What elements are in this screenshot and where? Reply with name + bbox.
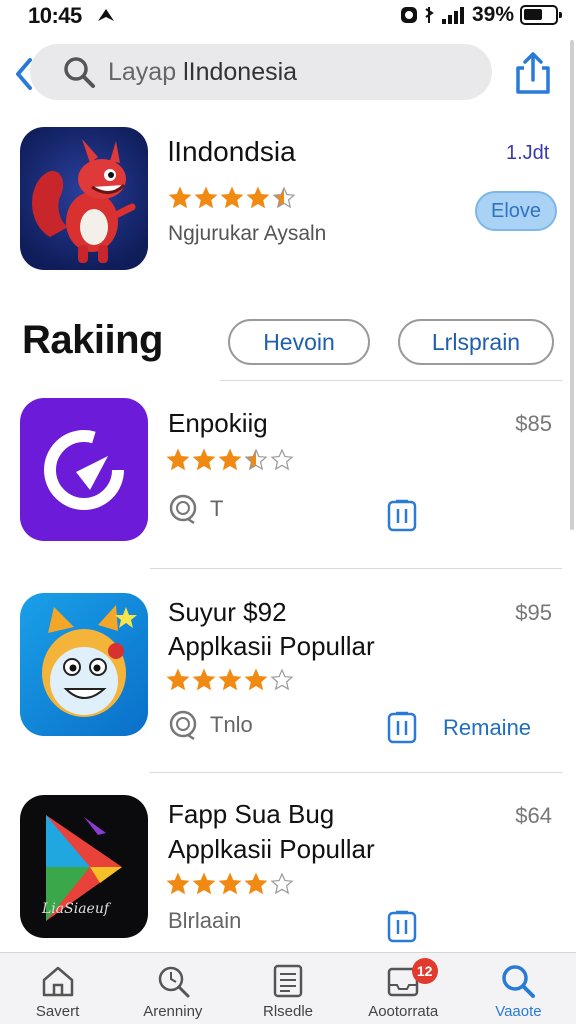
tab-label-updates: Aootorrata	[368, 1003, 439, 1020]
app-name-1[interactable]: Enpokiig	[168, 408, 268, 439]
download-button-icon[interactable]	[386, 908, 418, 944]
star-icon	[192, 448, 216, 471]
app-subtitle-2: Applkasii Popullar	[168, 631, 375, 661]
tab-search[interactable]: Vaaote	[461, 953, 576, 1024]
filter-pill-1[interactable]: Hevoin	[228, 319, 370, 365]
star-icon	[270, 668, 294, 691]
star-icon	[168, 186, 192, 209]
app-subtitle-3: Applkasii Popullar	[168, 834, 375, 864]
star-icon	[194, 186, 218, 209]
search-query: lIndonesia	[183, 57, 298, 86]
star-icon	[272, 186, 296, 209]
tab-updates[interactable]: 12 Aootorrata	[346, 953, 461, 1024]
star-icon	[270, 872, 294, 895]
star-icon	[218, 448, 242, 471]
battery-percent: 39%	[471, 3, 514, 26]
featured-app-icon[interactable]	[20, 127, 148, 270]
app-action-2[interactable]: Remaine	[443, 715, 531, 741]
home-icon	[42, 966, 73, 997]
star-icon	[192, 872, 216, 895]
search-input[interactable]: Layap lIndonesia	[30, 44, 492, 100]
status-right: 39%	[400, 3, 562, 27]
app-rating-1	[166, 448, 294, 472]
squirrel-mascot-icon	[32, 139, 136, 263]
app-name-2[interactable]: Suyur $92	[168, 597, 287, 628]
search-icon	[64, 57, 95, 88]
tab-label-search: Vaaote	[495, 1003, 542, 1020]
cartoon-face-icon	[42, 605, 137, 717]
search-placeholder: Layap	[108, 57, 177, 86]
location-icon	[98, 9, 114, 21]
search-icon	[502, 965, 536, 998]
app-icon-1[interactable]	[20, 398, 148, 541]
tab-discover[interactable]: Arenniny	[115, 953, 230, 1024]
star-icon	[166, 872, 190, 895]
share-icon[interactable]	[514, 50, 552, 96]
tab-bar: Savert Arenniny Rlsedle 12 Aootorrata Va…	[0, 952, 576, 1024]
play-triangle-icon: LiaSiaeuf	[41, 815, 122, 921]
app-meta-text-3: Blrlaain	[168, 908, 242, 933]
app-meta-text-2: Tnlo	[210, 712, 253, 737]
purple-swirl-icon	[44, 430, 124, 510]
tab-home[interactable]: Savert	[0, 953, 115, 1024]
status-time: 10:45	[28, 3, 82, 28]
app-meta-2: Tnlo	[168, 709, 253, 741]
app-price-3: $64	[515, 803, 552, 828]
star-icon	[218, 668, 242, 691]
star-icon	[246, 186, 270, 209]
featured-rating-stars	[168, 186, 296, 210]
app-rating-3	[166, 872, 294, 896]
list-icon	[273, 964, 303, 998]
star-icon	[244, 668, 268, 691]
search-magnifier-icon	[158, 966, 190, 998]
scroll-indicator[interactable]	[570, 40, 574, 530]
svg-text:LiaSiaeuf: LiaSiaeuf	[41, 901, 112, 917]
tab-label-home: Savert	[35, 1003, 80, 1020]
featured-app-meta: 1.Jdt	[506, 142, 550, 164]
divider	[150, 568, 562, 569]
divider	[150, 772, 562, 773]
tab-label-list: Rlsedle	[262, 1003, 314, 1020]
battery-icon	[520, 5, 562, 25]
tab-label-discover: Arenniny	[143, 1003, 203, 1020]
star-icon	[244, 872, 268, 895]
app-price-2: $95	[515, 600, 552, 625]
app-icon-3[interactable]: LiaSiaeuf	[20, 795, 148, 938]
section-title: Rakiing	[22, 318, 163, 362]
featured-app-name[interactable]: lIndondsia	[168, 136, 296, 168]
chat-bubble-icon	[169, 710, 197, 741]
featured-get-button[interactable]: Elove	[475, 191, 557, 231]
star-icon	[270, 448, 294, 471]
star-icon	[192, 668, 216, 691]
app-meta-1: T	[168, 493, 223, 525]
app-price-1: $85	[515, 411, 552, 436]
divider	[220, 380, 562, 381]
signal-icon	[425, 7, 464, 24]
star-icon	[244, 448, 268, 471]
app-icon-2[interactable]	[20, 593, 148, 736]
star-icon	[218, 872, 242, 895]
app-meta-text-1: T	[210, 496, 224, 521]
filter-pill-2[interactable]: Lrlsprain	[398, 319, 554, 365]
app-meta-3: Blrlaain	[168, 908, 241, 934]
notification-badge: 12	[411, 958, 438, 984]
star-icon	[220, 186, 244, 209]
status-bar: 10:45 39%	[0, 0, 576, 32]
recording-icon	[400, 7, 417, 23]
search-text: Layap lIndonesia	[108, 58, 297, 87]
tab-list[interactable]: Rlsedle	[230, 953, 345, 1024]
featured-app-subtitle: Ngjurukar Aysaln	[168, 222, 327, 245]
chat-bubble-icon	[169, 494, 197, 525]
download-button-icon[interactable]	[386, 497, 418, 533]
download-button-icon[interactable]	[386, 709, 418, 745]
star-icon	[166, 448, 190, 471]
app-rating-2	[166, 668, 294, 692]
app-name-3[interactable]: Fapp Sua Bug	[168, 799, 334, 830]
star-icon	[166, 668, 190, 691]
